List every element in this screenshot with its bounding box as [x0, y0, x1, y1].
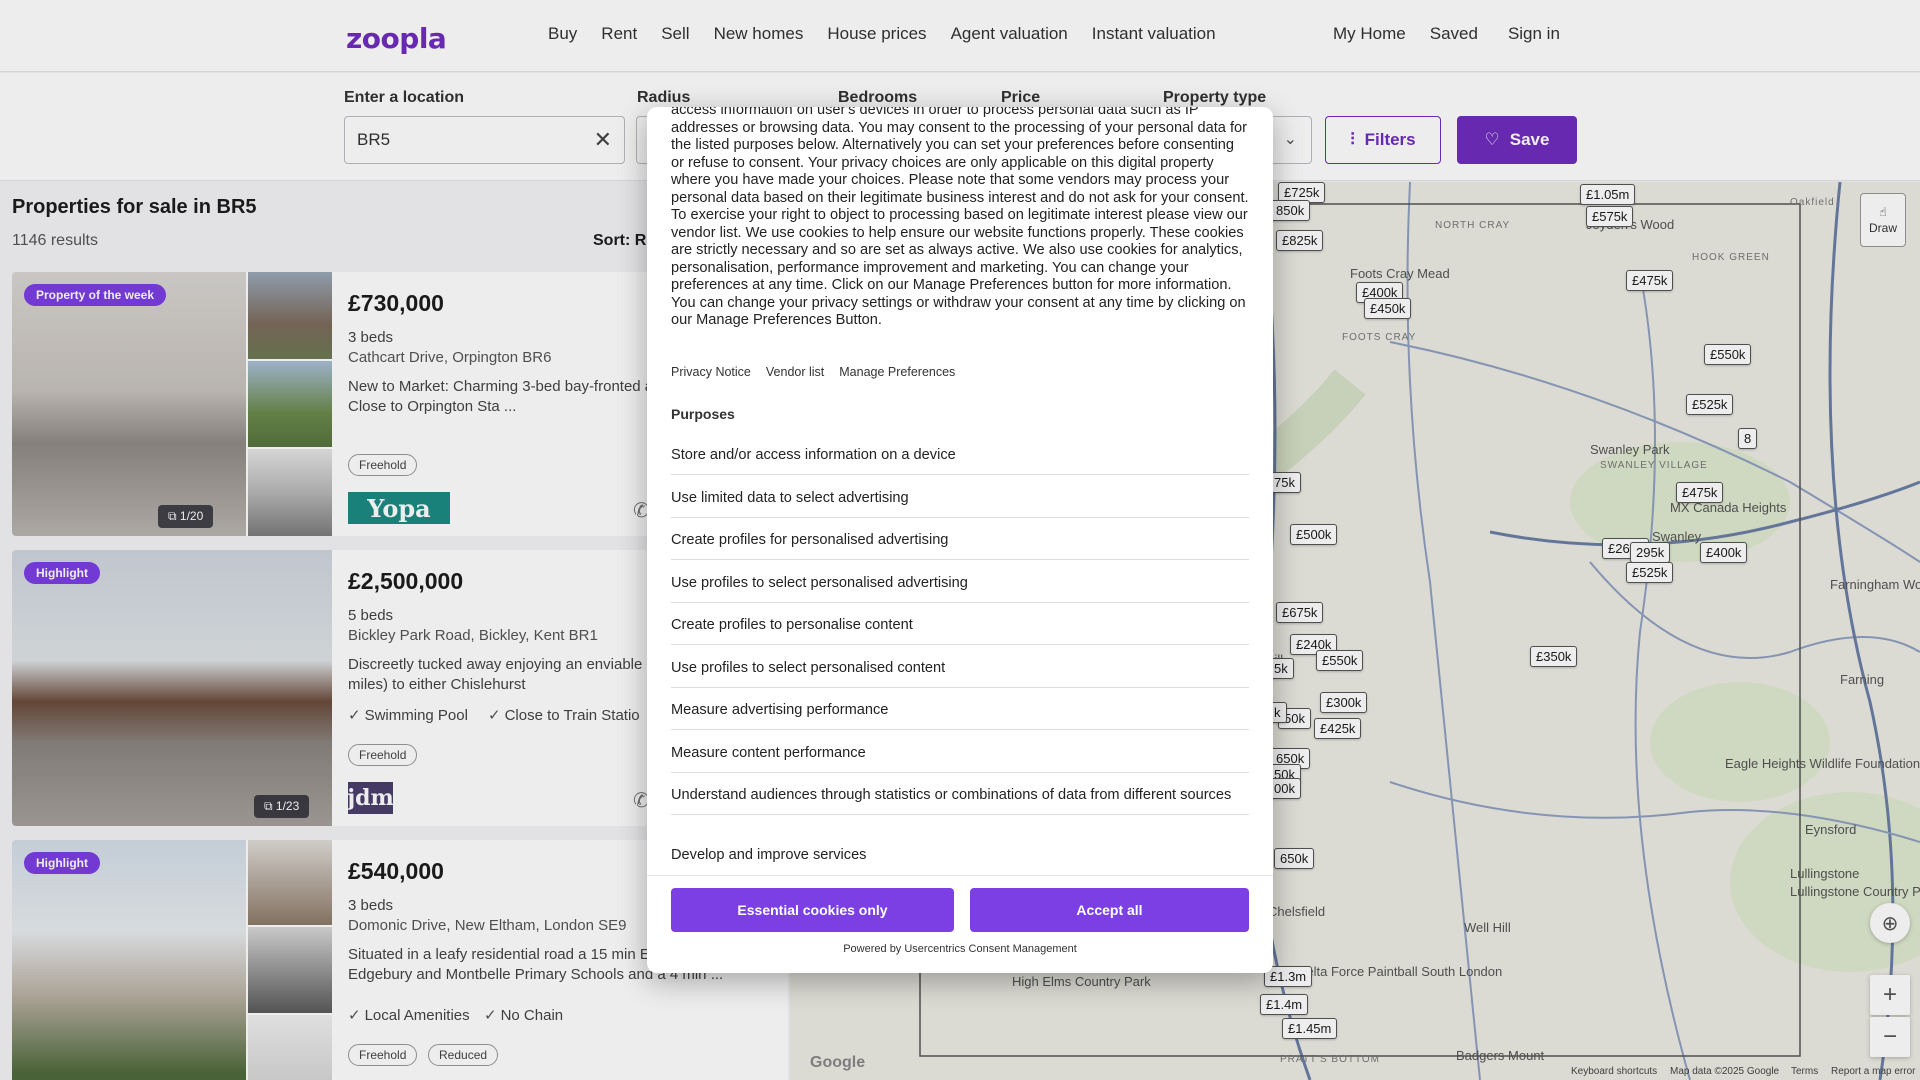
essential-cookies-button[interactable]: Essential cookies only — [671, 888, 954, 932]
accept-all-button[interactable]: Accept all — [970, 888, 1249, 932]
cookie-consent-dialog: access information on user's devices in … — [647, 107, 1273, 973]
modal-divider — [647, 875, 1273, 876]
vendor-list-link[interactable]: Vendor list — [766, 365, 824, 379]
purposes-title: Purposes — [671, 406, 735, 422]
privacy-notice-link[interactable]: Privacy Notice — [671, 365, 751, 379]
powered-by-text: Powered by Usercentrics Consent Manageme… — [843, 943, 1077, 955]
consent-text: access information on user's devices in … — [671, 107, 1249, 328]
purpose-item[interactable]: Use limited data to select advertising — [671, 489, 1249, 518]
purpose-item[interactable]: Develop and improve services — [671, 846, 1249, 874]
purpose-item[interactable]: Understand audiences through statistics … — [671, 786, 1249, 815]
consent-links: Privacy Notice Vendor list Manage Prefer… — [671, 365, 955, 379]
purpose-item[interactable]: Measure content performance — [671, 744, 1249, 773]
purpose-item[interactable]: Use profiles to select personalised cont… — [671, 659, 1249, 688]
purpose-item[interactable]: Store and/or access information on a dev… — [671, 446, 1249, 475]
purpose-item[interactable]: Measure advertising performance — [671, 701, 1249, 730]
consent-actions: Essential cookies only Accept all — [671, 888, 1249, 934]
consent-body[interactable]: access information on user's devices in … — [671, 107, 1249, 877]
purpose-item[interactable]: Use profiles to select personalised adve… — [671, 574, 1249, 603]
purpose-item[interactable]: Create profiles for personalised adverti… — [671, 531, 1249, 560]
manage-preferences-link[interactable]: Manage Preferences — [839, 365, 955, 379]
purpose-item[interactable]: Create profiles to personalise content — [671, 616, 1249, 645]
